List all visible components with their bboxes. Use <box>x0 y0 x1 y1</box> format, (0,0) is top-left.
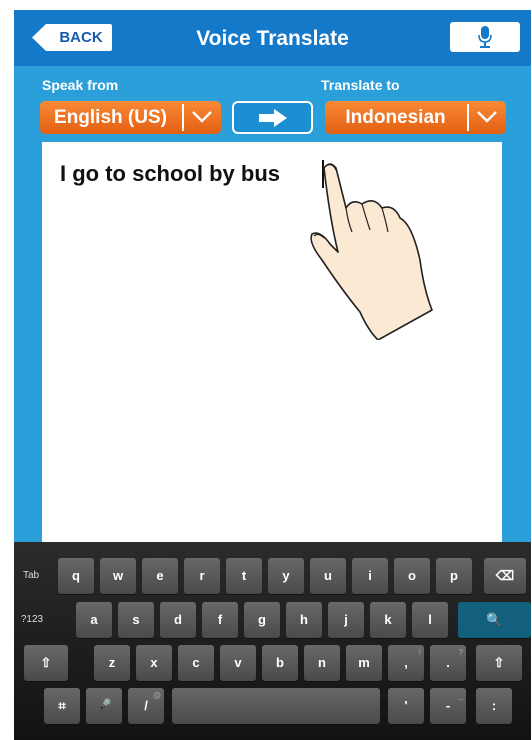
key-shift-left[interactable]: ⇧ <box>24 645 68 681</box>
key-search[interactable]: 🔍 <box>458 602 531 638</box>
chevron-down-icon <box>192 111 212 123</box>
key-f[interactable]: f <box>202 602 238 638</box>
key-a[interactable]: a <box>76 602 112 638</box>
key-slash-label: / <box>144 698 148 713</box>
key-n[interactable]: n <box>304 645 340 681</box>
key-apostrophe[interactable]: ' <box>388 688 424 724</box>
key-u[interactable]: u <box>310 558 346 594</box>
key-t[interactable]: t <box>226 558 262 594</box>
key-e[interactable]: e <box>142 558 178 594</box>
key-dash-hint: _ <box>458 691 463 700</box>
on-screen-keyboard: Tab q w e r t y u i o p ⌫ ?123 a s d f g… <box>14 542 531 740</box>
key-r[interactable]: r <box>184 558 220 594</box>
chevron-down-icon <box>477 111 497 123</box>
key-p[interactable]: p <box>436 558 472 594</box>
key-x[interactable]: x <box>136 645 172 681</box>
key-v[interactable]: v <box>220 645 256 681</box>
recognized-text: I go to school by bus <box>60 161 280 186</box>
key-q[interactable]: q <box>58 558 94 594</box>
pointing-hand-icon <box>310 163 433 340</box>
key-settings[interactable]: ⌗ <box>44 688 80 724</box>
key-voice-input[interactable]: 🎤 <box>86 688 122 724</box>
key-m[interactable]: m <box>346 645 382 681</box>
key-period-hint: ? <box>458 648 463 657</box>
key-space[interactable] <box>172 688 380 724</box>
key-shift-right[interactable]: ⇧ <box>476 645 522 681</box>
key-slash-hint: @ <box>152 691 161 700</box>
key-comma[interactable]: ,! <box>388 645 424 681</box>
key-colon[interactable]: : <box>476 688 512 724</box>
source-language-dropdown[interactable]: English (US) <box>40 101 221 134</box>
key-i[interactable]: i <box>352 558 388 594</box>
key-k[interactable]: k <box>370 602 406 638</box>
target-language-value: Indonesian <box>345 107 446 128</box>
key-s[interactable]: s <box>118 602 154 638</box>
key-z[interactable]: z <box>94 645 130 681</box>
key-l[interactable]: l <box>412 602 448 638</box>
key-w[interactable]: w <box>100 558 136 594</box>
key-y[interactable]: y <box>268 558 304 594</box>
key-o[interactable]: o <box>394 558 430 594</box>
source-language-value: English (US) <box>54 107 167 128</box>
dropdown-divider <box>182 104 184 131</box>
key-period-label: . <box>446 655 450 670</box>
microphone-button[interactable] <box>450 22 520 52</box>
speak-from-label: Speak from <box>42 77 119 93</box>
speech-input-area[interactable]: I go to school by bus <box>42 142 502 552</box>
key-comma-hint: ! <box>418 648 421 657</box>
header-bar: BACK Voice Translate <box>14 10 531 66</box>
dropdown-divider <box>467 104 469 131</box>
key-comma-label: , <box>404 655 408 670</box>
key-g[interactable]: g <box>244 602 280 638</box>
key-tab[interactable]: Tab <box>16 558 46 594</box>
swap-languages-button[interactable] <box>232 101 313 134</box>
target-language-dropdown[interactable]: Indonesian <box>325 101 506 134</box>
key-backspace[interactable]: ⌫ <box>484 558 526 594</box>
key-b[interactable]: b <box>262 645 298 681</box>
key-dash[interactable]: - _ <box>430 688 466 724</box>
key-symbols[interactable]: ?123 <box>16 602 48 638</box>
arrow-right-icon <box>259 109 287 127</box>
key-period[interactable]: .? <box>430 645 466 681</box>
microphone-icon <box>478 26 492 48</box>
key-dash-label: - <box>445 698 451 713</box>
voice-translate-app: BACK Voice Translate Speak from Translat… <box>14 10 531 740</box>
translate-to-label: Translate to <box>321 77 400 93</box>
key-h[interactable]: h <box>286 602 322 638</box>
key-j[interactable]: j <box>328 602 364 638</box>
key-c[interactable]: c <box>178 645 214 681</box>
key-slash[interactable]: / @ <box>128 688 164 724</box>
key-d[interactable]: d <box>160 602 196 638</box>
